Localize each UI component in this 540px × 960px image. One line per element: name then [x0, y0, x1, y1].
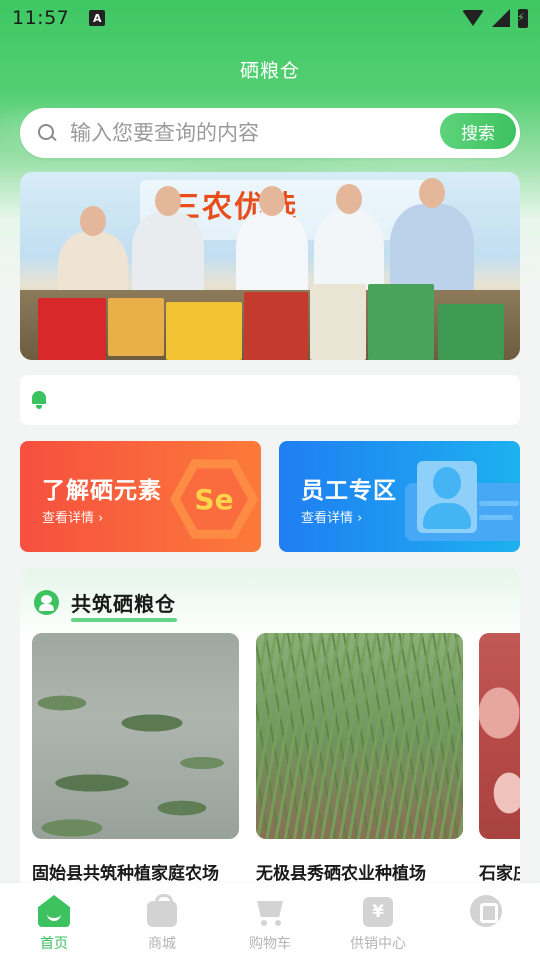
signal-icon: [492, 9, 510, 27]
wifi-icon: [462, 10, 484, 26]
announcement-bar[interactable]: [20, 375, 520, 425]
card-title: 员工专区: [301, 478, 397, 504]
yen-icon: [360, 893, 396, 929]
banner-person: [236, 186, 308, 302]
banner-person: [132, 186, 204, 302]
farm-image: [479, 633, 520, 839]
notification-icon: A: [89, 10, 106, 26]
tab-label: 商城: [148, 936, 176, 952]
product-box: [368, 284, 434, 360]
tab-mall[interactable]: 商城: [108, 893, 216, 953]
product-box: [244, 292, 308, 360]
home-icon: [36, 893, 72, 929]
tab-cart[interactable]: 购物车: [216, 893, 324, 953]
product-box: [166, 302, 242, 360]
bell-icon: [30, 391, 48, 409]
section-header: 共筑硒粮仓: [34, 588, 177, 622]
tab-label: 供销中心: [350, 936, 406, 952]
farm-card[interactable]: 石家庄: [479, 633, 520, 884]
card-detail-link[interactable]: 查看详情 ›: [301, 507, 362, 526]
status-bar: 11:57 A: [0, 0, 540, 36]
battery-icon: [517, 8, 528, 28]
card-title: 了解硒元素: [42, 478, 162, 504]
promo-banner[interactable]: 三农优选: [20, 172, 520, 360]
status-indicators: [462, 8, 528, 28]
search-bar[interactable]: 搜索: [20, 108, 520, 158]
tab-label: 购物车: [249, 936, 291, 952]
product-box: [108, 298, 164, 356]
coin-icon: [468, 893, 504, 929]
farm-card[interactable]: 无极县秀硒农业种植场: [256, 633, 463, 884]
farm-name: 无极县秀硒农业种植场: [256, 864, 426, 884]
id-badge-icon: [405, 453, 520, 541]
farm-name: 石家庄: [479, 864, 520, 884]
cart-icon: [252, 893, 288, 929]
product-box: [438, 304, 504, 360]
tab-supply-center[interactable]: 供销中心: [324, 893, 432, 953]
card-detail-link[interactable]: 查看详情 ›: [42, 507, 103, 526]
selenium-info-card[interactable]: Se 了解硒元素 查看详情 ›: [20, 441, 261, 552]
section-title: 共筑硒粮仓: [71, 588, 177, 622]
tab-profile[interactable]: [432, 893, 540, 933]
search-button[interactable]: 搜索: [440, 113, 516, 149]
farms-section: 共筑硒粮仓 固始县共筑种植家庭农场 无极县秀硒农业种植场 石家庄: [20, 568, 520, 898]
tab-label: 首页: [40, 936, 68, 952]
search-icon: [36, 122, 58, 144]
farm-image: [256, 633, 463, 839]
farm-name: 固始县共筑种植家庭农场: [32, 864, 219, 884]
product-box: [38, 298, 106, 360]
page-title: 硒粮仓: [239, 60, 300, 82]
bag-icon: [144, 893, 180, 929]
tab-home[interactable]: 首页: [0, 893, 108, 953]
product-box: [310, 284, 366, 360]
bottom-tab-bar: 首页 商城 购物车 供销中心: [0, 883, 540, 960]
farm-card[interactable]: 固始县共筑种植家庭农场: [32, 633, 239, 884]
farmer-icon: [34, 590, 59, 615]
staff-zone-card[interactable]: 员工专区 查看详情 ›: [279, 441, 520, 552]
status-time: 11:57: [12, 7, 70, 29]
farm-image: [32, 633, 239, 839]
